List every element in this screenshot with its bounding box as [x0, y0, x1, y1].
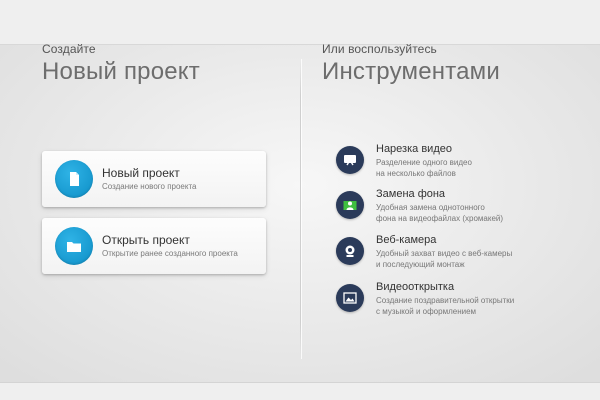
chroma-key-icon — [336, 191, 364, 219]
document-icon — [55, 160, 93, 198]
tool-chroma-key[interactable]: Замена фона Удобная замена однотонного ф… — [336, 188, 586, 231]
tool-postcard[interactable]: Видеооткрытка Создание поздравительной о… — [336, 281, 586, 324]
create-subheading: Создайте — [42, 42, 96, 56]
tool-postcard-title: Видеооткрытка — [376, 281, 455, 293]
tools-heading: Инструментами — [322, 58, 500, 85]
tool-webcam-title: Веб-камера — [376, 234, 437, 246]
tool-webcam-desc-line2: и последующий монтаж — [376, 260, 465, 269]
webcam-icon — [336, 237, 364, 265]
tool-chroma-key-desc-line2: фона на видеофайлах (хромакей) — [376, 214, 504, 223]
new-project-button[interactable]: Новый проект Создание нового проекта — [42, 151, 266, 207]
tool-postcard-desc: Создание поздравительной открытки с музы… — [376, 295, 576, 317]
tool-webcam-desc: Удобный захват видео с веб-камеры и посл… — [376, 248, 576, 270]
open-project-button[interactable]: Открыть проект Открытие ранее созданного… — [42, 218, 266, 274]
tool-video-cut-desc-line1: Разделение одного видео — [376, 158, 472, 167]
create-heading: Новый проект — [42, 58, 200, 85]
tool-video-cut-desc-line2: на несколько файлов — [376, 169, 456, 178]
new-project-title: Новый проект — [102, 166, 180, 180]
tool-postcard-desc-line2: с музыкой и оформлением — [376, 307, 477, 316]
video-cut-icon — [336, 146, 364, 174]
tool-chroma-key-title: Замена фона — [376, 188, 446, 200]
column-divider — [300, 59, 301, 359]
tool-chroma-key-desc: Удобная замена однотонного фона на видео… — [376, 202, 576, 224]
postcard-icon — [336, 284, 364, 312]
tool-video-cut[interactable]: Нарезка видео Разделение одного видео на… — [336, 143, 586, 186]
tool-webcam-desc-line1: Удобный захват видео с веб-камеры — [376, 249, 513, 258]
tool-video-cut-title: Нарезка видео — [376, 143, 452, 155]
open-project-title: Открыть проект — [102, 233, 190, 247]
open-project-desc: Открытие ранее созданного проекта — [102, 249, 238, 258]
tool-postcard-desc-line1: Создание поздравительной открытки — [376, 296, 515, 305]
new-project-desc: Создание нового проекта — [102, 182, 197, 191]
tool-webcam[interactable]: Веб-камера Удобный захват видео с веб-ка… — [336, 234, 586, 277]
tools-subheading: Или воспользуйтесь — [322, 42, 437, 56]
tool-chroma-key-desc-line1: Удобная замена однотонного — [376, 203, 485, 212]
folder-icon — [55, 227, 93, 265]
tool-video-cut-desc: Разделение одного видео на несколько фай… — [376, 157, 576, 179]
tools-section: Или воспользуйтесь Инструментами — [322, 42, 582, 87]
create-section: Создайте Новый проект — [42, 42, 282, 87]
